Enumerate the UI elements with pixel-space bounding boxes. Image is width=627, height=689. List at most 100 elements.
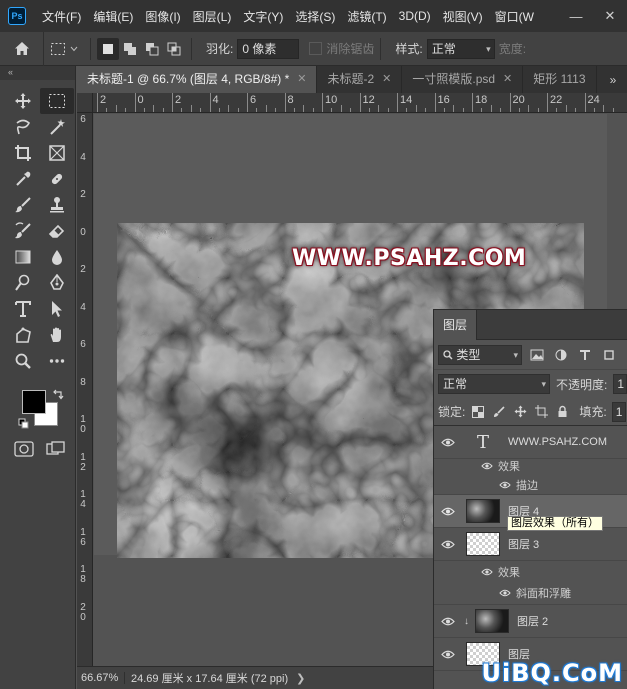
effect-stroke-row[interactable]: 描边 [434, 475, 627, 495]
menu-3d[interactable]: 3D(D) [393, 9, 437, 23]
collapse-toolbar-button[interactable]: « [0, 66, 75, 80]
menu-window[interactable]: 窗口(W [489, 8, 540, 25]
visibility-toggle[interactable] [434, 650, 462, 659]
tab-untitled-2[interactable]: 未标题-2 ✕ [317, 66, 403, 93]
home-icon [14, 42, 29, 55]
zoom-tool[interactable] [6, 348, 40, 374]
style-select[interactable]: 正常 ▾ [426, 38, 495, 59]
layer-name[interactable]: 图层 2 [517, 613, 548, 629]
crop-tool[interactable] [6, 140, 40, 166]
magic-wand-tool[interactable] [40, 114, 74, 140]
photoshop-logo-icon[interactable]: Ps [8, 7, 26, 25]
screen-mode-icon[interactable] [46, 441, 66, 457]
layer-name[interactable]: WWW.PSAHZ.COM [508, 436, 607, 448]
new-selection-button[interactable] [97, 37, 119, 60]
minimize-button[interactable]: — [559, 9, 593, 24]
filter-type-button[interactable] [576, 346, 594, 364]
rect-marquee-tool[interactable] [40, 88, 74, 114]
swap-colors-icon[interactable] [52, 388, 64, 400]
filter-pixel-button[interactable] [528, 346, 546, 364]
lock-position-button[interactable] [512, 404, 528, 420]
dodge-tool[interactable] [6, 270, 40, 296]
antialias-checkbox[interactable] [309, 42, 323, 55]
tab-rectangle[interactable]: 矩形 1113 [523, 66, 597, 93]
filter-kind-select[interactable]: 类型 ▾ [438, 344, 522, 365]
quick-mask-icon[interactable] [14, 441, 34, 457]
visibility-toggle[interactable] [434, 507, 462, 516]
opacity-input[interactable]: 1 [613, 374, 627, 394]
close-icon[interactable]: ✕ [297, 66, 306, 93]
menu-type[interactable]: 文字(Y) [237, 8, 289, 25]
layer-row-3[interactable]: 图层 3 [434, 528, 627, 561]
eyedropper-tool[interactable] [6, 166, 40, 192]
menu-edit[interactable]: 编辑(E) [87, 8, 139, 25]
gradient-tool[interactable] [6, 244, 40, 270]
close-icon[interactable]: ✕ [503, 66, 512, 93]
layer-name[interactable]: 图层 3 [508, 536, 539, 552]
horizontal-ruler[interactable]: 2 0 2 4 6 8 10 12 14 16 18 20 22 24 [93, 93, 627, 113]
vertical-ruler[interactable]: 64202468101214161820 [77, 113, 93, 666]
healing-brush-tool[interactable] [40, 166, 74, 192]
clone-stamp-tool[interactable] [40, 192, 74, 218]
default-colors-icon[interactable] [18, 418, 30, 430]
more-tools-button[interactable] [40, 348, 74, 374]
tab-id-photo-template[interactable]: 一寸照模版.psd ✕ [402, 66, 524, 93]
zoom-level-field[interactable]: 66.67% [77, 672, 125, 684]
menu-select[interactable]: 选择(S) [289, 8, 341, 25]
subtract-selection-button[interactable] [141, 38, 163, 60]
close-button[interactable]: ✕ [593, 8, 627, 24]
eye-icon[interactable] [480, 568, 494, 576]
hand-tool[interactable] [40, 322, 74, 348]
blend-mode-select[interactable]: 正常 ▾ [438, 374, 550, 394]
effect-bevel-row[interactable]: 斜面和浮雕 [434, 581, 627, 605]
ruler-origin[interactable] [77, 93, 93, 113]
add-selection-button[interactable] [119, 38, 141, 60]
eraser-tool[interactable] [40, 218, 74, 244]
visibility-toggle[interactable] [434, 617, 462, 626]
blur-tool[interactable] [40, 244, 74, 270]
tab-untitled-1[interactable]: 未标题-1 @ 66.7% (图层 4, RGB/8#) * ✕ [77, 66, 318, 93]
move-tool[interactable] [6, 88, 40, 114]
intersect-selection-button[interactable] [163, 38, 185, 60]
path-selection-tool[interactable] [40, 296, 74, 322]
lock-image-button[interactable] [491, 404, 507, 420]
layer-row-text[interactable]: T WWW.PSAHZ.COM [434, 426, 627, 459]
fill-input[interactable]: 1 [611, 401, 626, 422]
type-tool[interactable] [6, 296, 40, 322]
visibility-toggle[interactable] [434, 438, 462, 447]
feather-input[interactable]: 0 像素 [237, 38, 300, 59]
history-brush-tool[interactable] [6, 218, 40, 244]
menu-filter[interactable]: 滤镜(T) [341, 8, 392, 25]
tool-preset-picker[interactable] [44, 37, 84, 61]
menu-file[interactable]: 文件(F) [36, 8, 87, 25]
shape-icon [604, 349, 614, 360]
menu-view[interactable]: 视图(V) [437, 8, 489, 25]
layer-row-2[interactable]: ↓ 图层 2 [434, 605, 627, 638]
eye-icon[interactable] [480, 462, 494, 470]
close-icon[interactable]: ✕ [382, 66, 391, 93]
pen-tool[interactable] [40, 270, 74, 296]
lasso-tool[interactable] [6, 114, 40, 140]
eye-icon[interactable] [498, 589, 512, 597]
frame-tool[interactable] [40, 140, 74, 166]
lock-all-button[interactable] [554, 404, 570, 420]
lock-artboard-button[interactable] [533, 404, 549, 420]
more-tabs-button[interactable]: » [599, 66, 627, 93]
menu-layer[interactable]: 图层(L) [187, 8, 238, 25]
filter-shape-button[interactable] [600, 346, 618, 364]
filter-adjustment-button[interactable] [552, 346, 570, 364]
foreground-color-swatch[interactable] [22, 390, 46, 414]
home-button[interactable] [0, 31, 44, 66]
effects-row[interactable]: 效果 [434, 563, 627, 581]
ruler-tick [406, 108, 408, 112]
menu-image[interactable]: 图像(I) [139, 8, 186, 25]
shape-tool[interactable] [6, 322, 40, 348]
lock-transparent-button[interactable] [470, 404, 486, 420]
effects-row[interactable]: 效果 [434, 457, 627, 475]
brush-tool[interactable] [6, 192, 40, 218]
tab-layers[interactable]: 图层 [434, 310, 478, 340]
visibility-toggle[interactable] [434, 540, 462, 549]
eye-icon[interactable] [498, 481, 512, 489]
status-menu-arrow-icon[interactable]: ❯ [296, 672, 305, 685]
ruler-tick [322, 93, 323, 112]
